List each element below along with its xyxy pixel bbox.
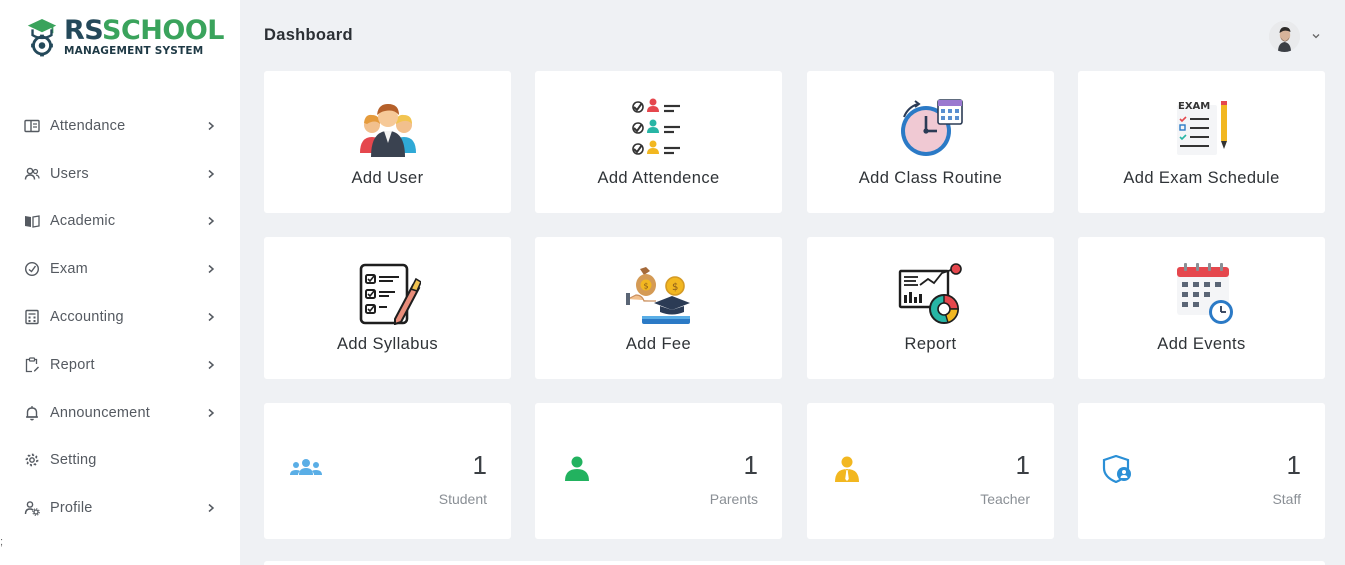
sidebar-item-users[interactable]: Users bbox=[0, 150, 240, 198]
user-gear-icon bbox=[23, 499, 41, 517]
add-fee-label: Add Fee bbox=[625, 335, 692, 353]
users-icon bbox=[23, 165, 41, 183]
clock-calendar-icon bbox=[898, 97, 964, 159]
add-attendence-label: Add Attendence bbox=[597, 169, 720, 187]
calculator-icon bbox=[23, 308, 41, 326]
brand-subtitle: MANAGEMENT SYSTEM bbox=[64, 45, 204, 58]
sidebar-item-setting[interactable]: Setting bbox=[0, 437, 240, 485]
clipboard-edit-icon bbox=[23, 356, 41, 374]
staff-label: Staff bbox=[1272, 491, 1301, 507]
chevron-right-icon bbox=[208, 169, 215, 178]
sidebar-item-attendance[interactable]: Attendance bbox=[0, 102, 240, 150]
sidebar-item-label: Profile bbox=[50, 500, 93, 517]
staff-stat-card[interactable]: 1 Staff bbox=[1078, 403, 1325, 539]
add-user-card[interactable]: Add User bbox=[264, 71, 511, 213]
add-syllabus-card[interactable]: Add Syllabus bbox=[264, 237, 511, 379]
users-group-icon bbox=[288, 455, 324, 483]
money-graduation-icon: $ $ bbox=[625, 263, 692, 325]
chevron-right-icon bbox=[208, 121, 215, 130]
parents-count: 1 bbox=[743, 450, 758, 480]
sidebar-item-academic[interactable]: Academic bbox=[0, 198, 240, 246]
chevron-right-icon bbox=[208, 265, 215, 274]
chevron-right-icon bbox=[208, 217, 215, 226]
sidebar-item-label: Report bbox=[50, 356, 95, 373]
chevron-right-icon bbox=[208, 313, 215, 322]
add-syllabus-label: Add Syllabus bbox=[336, 335, 439, 353]
bell-icon bbox=[23, 404, 41, 422]
add-user-label: Add User bbox=[351, 169, 424, 187]
svg-text:$: $ bbox=[672, 282, 678, 293]
sidebar-item-label: Setting bbox=[50, 452, 97, 469]
people-group-icon bbox=[355, 97, 421, 159]
add-exam-schedule-card[interactable]: EXAM Add Exam Schedule bbox=[1078, 71, 1325, 213]
add-class-routine-card[interactable]: Add Class Routine bbox=[807, 71, 1054, 213]
book-open-icon bbox=[23, 212, 41, 230]
add-class-routine-label: Add Class Routine bbox=[858, 169, 1003, 187]
calendar-clock-icon bbox=[1169, 263, 1235, 325]
svg-text:$: $ bbox=[643, 282, 648, 291]
chevron-down-icon[interactable] bbox=[1311, 31, 1321, 41]
sidebar-item-report[interactable]: Report bbox=[0, 341, 240, 389]
student-count: 1 bbox=[472, 450, 487, 480]
parents-stat-card[interactable]: 1 Parents bbox=[535, 403, 782, 539]
checklist-people-icon bbox=[626, 97, 692, 159]
sidebar-item-label: Announcement bbox=[50, 404, 150, 421]
staff-count: 1 bbox=[1286, 450, 1301, 480]
gear-cap-logo-icon bbox=[27, 19, 57, 57]
bottom-panel bbox=[264, 561, 1325, 565]
sidebar-item-label: Attendance bbox=[50, 117, 126, 134]
user-tie-icon bbox=[831, 455, 867, 483]
brand-logo[interactable]: RSSCHOOL MANAGEMENT SYSTEM bbox=[24, 14, 224, 60]
sidebar-item-label: Users bbox=[50, 165, 89, 182]
checklist-pencil-icon bbox=[355, 263, 422, 326]
student-stat-card[interactable]: 1 Student bbox=[264, 403, 511, 539]
sidebar-item-label: Exam bbox=[50, 261, 88, 278]
stray-text: ; bbox=[0, 536, 4, 548]
brand-title: RSSCHOOL bbox=[64, 15, 224, 47]
sidebar-item-profile[interactable]: Profile bbox=[0, 484, 240, 532]
sidebar: RSSCHOOL MANAGEMENT SYSTEM Attendance Us… bbox=[0, 0, 240, 565]
user-shield-icon bbox=[1102, 455, 1138, 483]
gear-icon bbox=[23, 451, 41, 469]
sidebar-item-label: Academic bbox=[50, 213, 116, 230]
sidebar-nav: Attendance Users Academic Exam Accountin… bbox=[0, 102, 240, 532]
svg-text:EXAM: EXAM bbox=[1178, 101, 1210, 112]
circle-check-icon bbox=[23, 260, 41, 278]
page-title: Dashboard bbox=[264, 26, 353, 44]
exam-sheet-icon: EXAM bbox=[1169, 97, 1235, 159]
avatar[interactable] bbox=[1269, 21, 1300, 52]
parents-label: Parents bbox=[709, 491, 758, 507]
add-attendence-card[interactable]: Add Attendence bbox=[535, 71, 782, 213]
teacher-label: Teacher bbox=[980, 491, 1030, 507]
add-events-card[interactable]: Add Events bbox=[1078, 237, 1325, 379]
sidebar-item-accounting[interactable]: Accounting bbox=[0, 293, 240, 341]
add-fee-card[interactable]: $ $ Add Fee bbox=[535, 237, 782, 379]
user-avatar-icon bbox=[1269, 21, 1300, 52]
teacher-count: 1 bbox=[1015, 450, 1030, 480]
sidebar-item-exam[interactable]: Exam bbox=[0, 245, 240, 293]
chevron-right-icon bbox=[208, 360, 215, 369]
sidebar-item-announcement[interactable]: Announcement bbox=[0, 389, 240, 437]
chevron-right-icon bbox=[208, 504, 215, 513]
user-icon bbox=[559, 455, 595, 483]
report-card[interactable]: Report bbox=[807, 237, 1054, 379]
sidebar-item-label: Accounting bbox=[50, 309, 124, 326]
id-card-icon bbox=[23, 117, 41, 135]
chevron-right-icon bbox=[208, 408, 215, 417]
add-exam-schedule-label: Add Exam Schedule bbox=[1123, 169, 1280, 187]
teacher-stat-card[interactable]: 1 Teacher bbox=[807, 403, 1054, 539]
student-label: Student bbox=[438, 491, 487, 507]
analytics-report-icon bbox=[898, 263, 964, 325]
add-events-label: Add Events bbox=[1157, 335, 1246, 353]
report-label: Report bbox=[904, 335, 957, 353]
